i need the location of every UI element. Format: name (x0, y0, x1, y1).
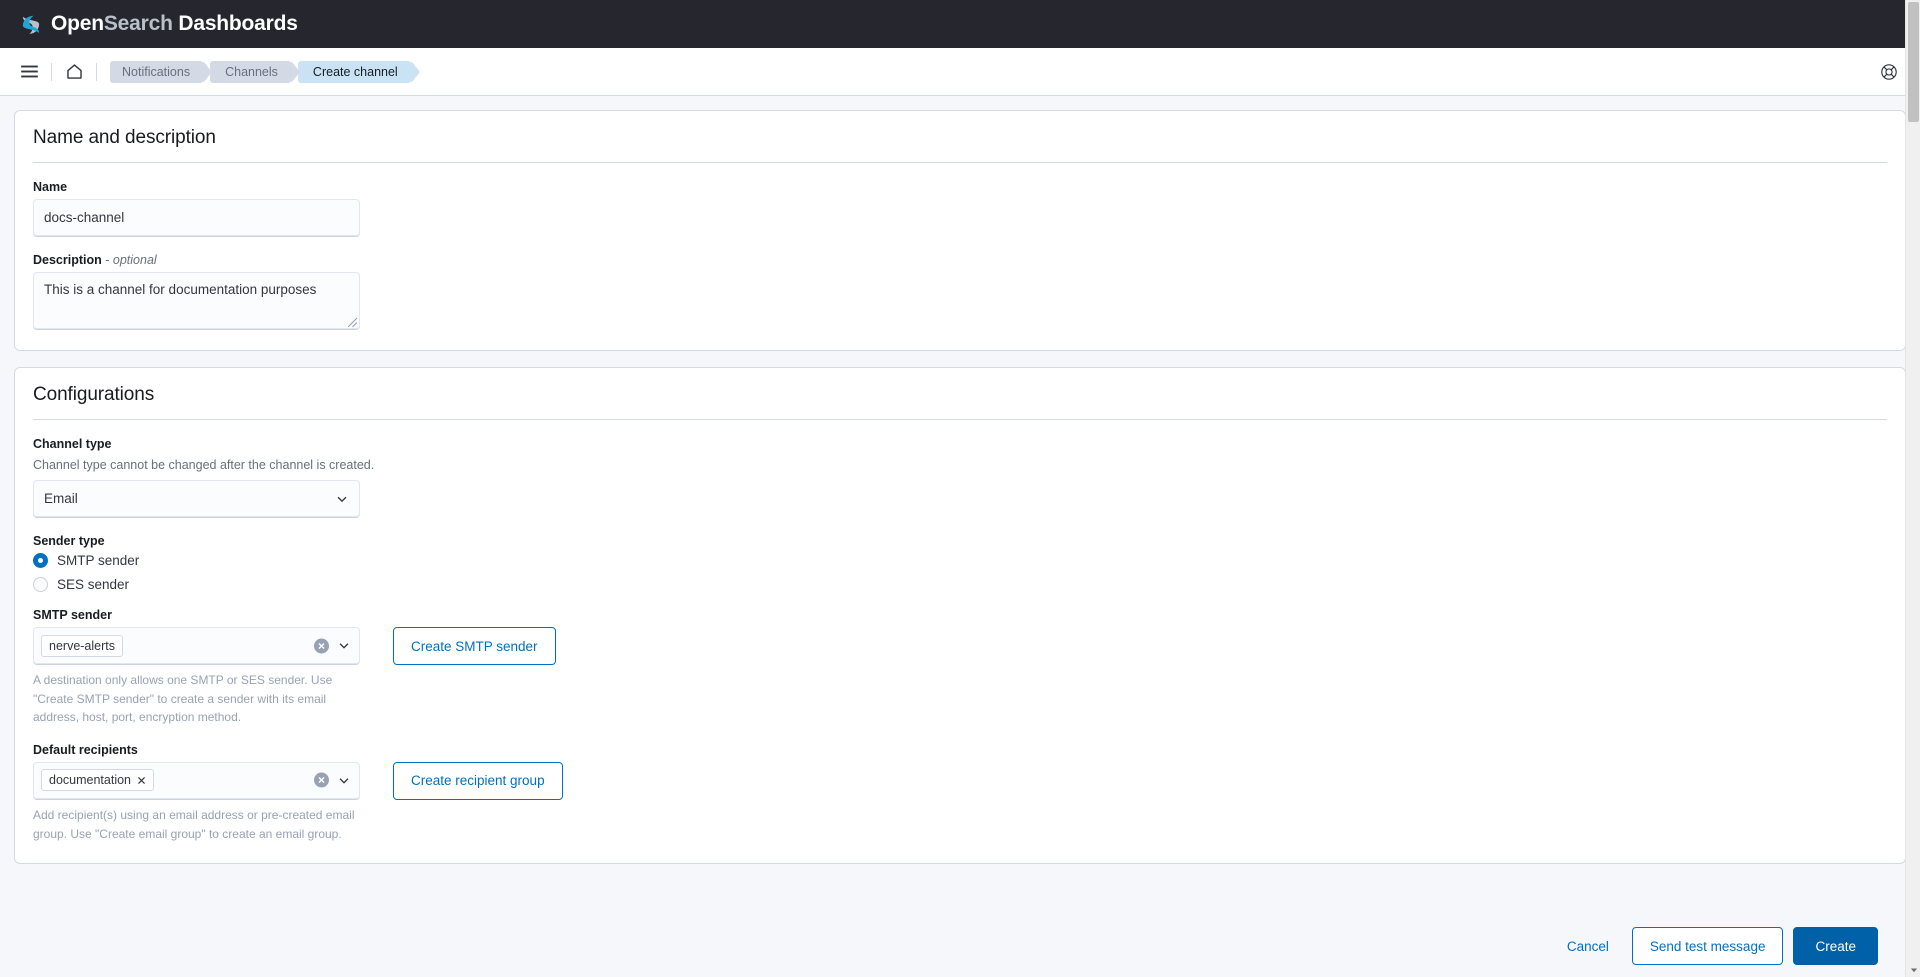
channel-type-help-text: Channel type cannot be changed after the… (33, 458, 375, 472)
home-icon[interactable] (55, 53, 93, 91)
default-recipients-combobox[interactable]: documentation (33, 761, 360, 800)
default-recipients-group: Default recipients documentation Add rec… (33, 743, 1887, 843)
breadcrumb-item-notifications[interactable]: Notifications (110, 60, 213, 83)
description-dash: - (105, 253, 110, 267)
default-recipients-label: Default recipients (33, 742, 138, 757)
chevron-down-icon[interactable] (337, 773, 351, 787)
description-optional-text: optional (112, 253, 157, 267)
create-recipient-group-button[interactable]: Create recipient group (393, 761, 563, 800)
channel-type-select-wrap: Email (33, 480, 360, 519)
hamburger-menu-icon[interactable] (10, 53, 48, 91)
recipient-pill-label: documentation (49, 773, 132, 788)
recipient-pill: documentation (41, 769, 155, 792)
smtp-sender-label: SMTP sender (33, 608, 112, 623)
clear-circle-icon[interactable] (314, 772, 329, 788)
smtp-sender-row: nerve-alerts A destination only allows o… (33, 627, 1887, 727)
description-label: Description - optional (33, 253, 1887, 267)
page-content: Name and description Name Description - … (0, 96, 1920, 977)
panel-divider (33, 162, 1887, 163)
brand-title: OpenSearch Dashboards (51, 12, 298, 36)
breadcrumb: Notifications Channels Create channel (110, 60, 420, 83)
brand-logo[interactable]: OpenSearch Dashboards (18, 11, 298, 37)
configurations-panel: Configurations Channel type Channel type… (14, 367, 1906, 865)
breadcrumb-bar: Notifications Channels Create channel (0, 48, 1920, 96)
panel-title-configurations: Configurations (33, 384, 155, 405)
chevron-down-icon[interactable] (337, 639, 351, 653)
channel-type-select[interactable]: Email (33, 480, 360, 519)
close-x-icon[interactable] (137, 776, 146, 785)
description-label-text: Description (33, 253, 102, 267)
help-life-preserver-icon[interactable] (1876, 59, 1902, 85)
name-and-description-panel: Name and description Name Description - … (14, 110, 1906, 351)
description-textarea[interactable]: This is a channel for documentation purp… (33, 272, 360, 330)
create-smtp-sender-button[interactable]: Create SMTP sender (393, 627, 556, 666)
default-recipients-combo-actions (314, 772, 351, 788)
description-field-group: Description - optional This is a channel… (33, 253, 1887, 330)
default-recipients-row: documentation Add recipient(s) using an … (33, 761, 1887, 843)
sender-type-label: Sender type (33, 534, 105, 549)
scroll-down-arrow-icon[interactable] (1906, 962, 1920, 977)
radio-smtp-sender-label: SMTP sender (57, 553, 140, 569)
page-scrollbar[interactable] (1905, 0, 1920, 977)
scrollbar-thumb[interactable] (1908, 2, 1919, 122)
name-label: Name (33, 180, 68, 194)
radio-smtp-sender[interactable]: SMTP sender (33, 553, 1887, 569)
radio-ses-sender-mark[interactable] (33, 577, 48, 593)
smtp-sender-pill-label: nerve-alerts (49, 638, 115, 653)
channel-type-label: Channel type (33, 437, 112, 451)
radio-ses-sender[interactable]: SES sender (33, 577, 1887, 593)
clear-circle-icon[interactable] (314, 638, 329, 654)
channel-type-group: Channel type Channel type cannot be chan… (33, 437, 1887, 519)
app-header: OpenSearch Dashboards (0, 0, 1920, 48)
description-textarea-wrap: This is a channel for documentation purp… (33, 272, 360, 330)
brand-search: Search (103, 12, 173, 35)
sender-type-group: Sender type SMTP sender SES sender (33, 534, 1887, 593)
smtp-sender-combo-actions (314, 638, 351, 654)
radio-smtp-sender-mark[interactable] (33, 553, 48, 569)
name-field-group: Name (33, 180, 1887, 237)
smtp-sender-combobox[interactable]: nerve-alerts (33, 627, 360, 666)
footer-action-bar: Cancel Send test message Create (0, 915, 1920, 977)
breadcrumb-item-create-channel[interactable]: Create channel (297, 60, 420, 83)
smtp-sender-pill: nerve-alerts (41, 634, 123, 657)
smtp-sender-help-text: A destination only allows one SMTP or SE… (33, 673, 333, 725)
name-input[interactable] (33, 199, 360, 237)
panel-title-name-description: Name and description (33, 127, 216, 148)
nav-divider-2 (96, 62, 97, 81)
brand-open: Open (51, 12, 104, 35)
send-test-message-button[interactable]: Send test message (1631, 927, 1784, 965)
default-recipients-help-text: Add recipient(s) using an email address … (33, 807, 355, 841)
breadcrumb-item-channels[interactable]: Channels (210, 60, 300, 83)
brand-dashboards: Dashboards (178, 12, 298, 35)
radio-ses-sender-label: SES sender (57, 577, 130, 593)
cancel-button[interactable]: Cancel (1554, 927, 1622, 965)
smtp-sender-group: SMTP sender nerve-alerts A destination o… (33, 608, 1887, 727)
panel-divider-2 (33, 419, 1887, 420)
nav-divider-1 (51, 62, 52, 81)
create-button[interactable]: Create (1793, 927, 1878, 965)
opensearch-logo-icon (18, 11, 44, 37)
